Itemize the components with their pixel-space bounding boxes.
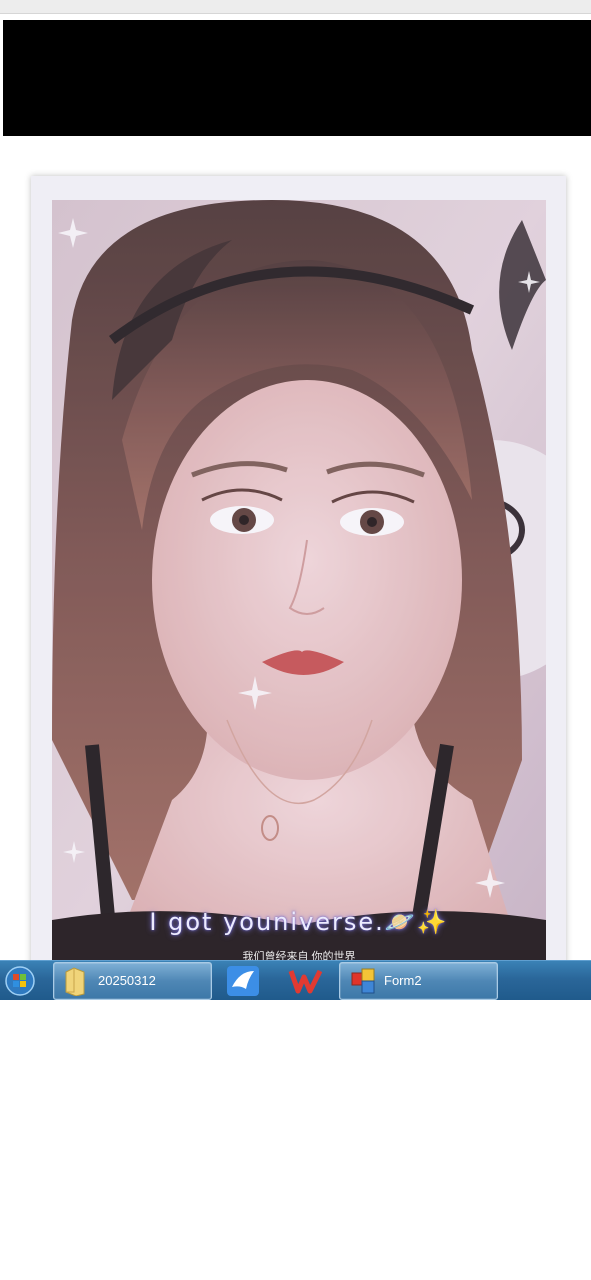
portrait-image: [52, 200, 546, 960]
form-window-icon: [350, 967, 378, 1000]
taskbar-item-folder[interactable]: 20250312: [53, 962, 212, 1000]
header-banner: [3, 20, 591, 136]
photo-subcaption: 我们曾经来自 你的世界: [242, 951, 356, 960]
blank-area: [0, 1000, 591, 1280]
window-top-bar: [0, 0, 591, 14]
taskbar: 20250312 Form2: [0, 960, 591, 1001]
taskbar-item-label: 20250312: [98, 973, 156, 988]
windows-start-icon[interactable]: [2, 963, 48, 999]
photo: I got youniverse.🪐✨ 我们曾经来自 你的世界: [52, 200, 546, 960]
folder-icon: [62, 966, 90, 1001]
taskbar-item-label: Form2: [384, 973, 422, 988]
taskbar-item-form2[interactable]: Form2: [339, 962, 498, 1000]
feishu-app-icon[interactable]: [226, 965, 260, 1002]
photo-caption: I got youniverse.🪐✨: [149, 908, 449, 936]
wps-office-icon[interactable]: [288, 965, 324, 1002]
